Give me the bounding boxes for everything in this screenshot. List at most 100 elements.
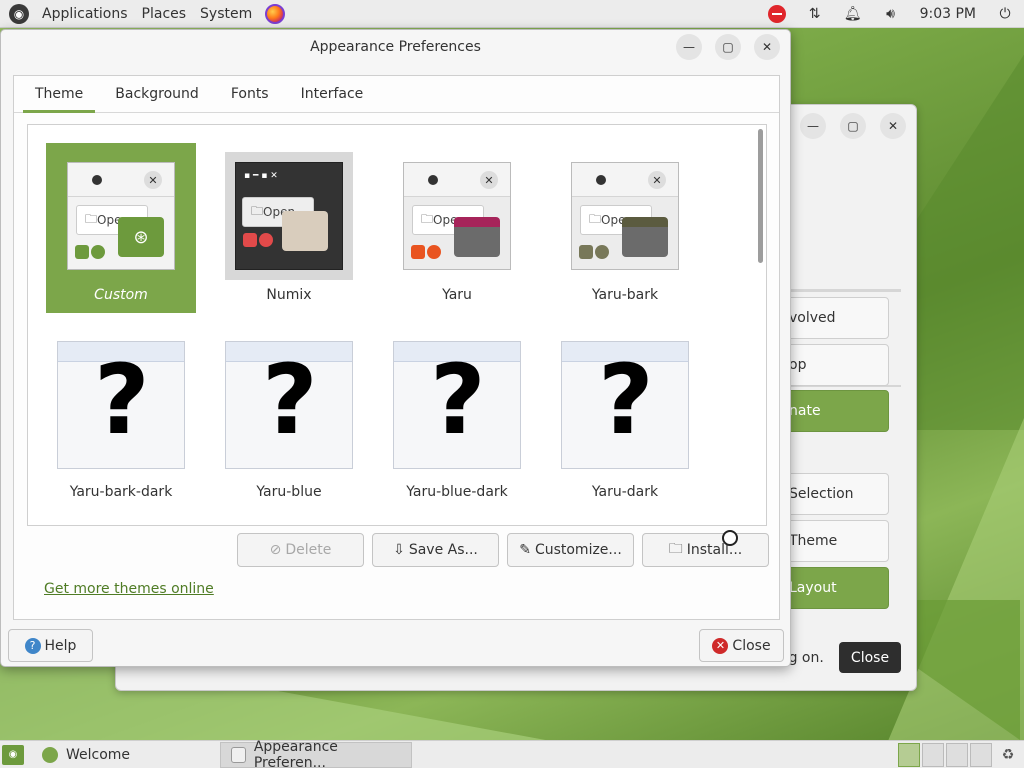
trash-icon[interactable]: ♻ — [998, 744, 1018, 766]
bottom-taskbar: ◉ Welcome Appearance Preferen... ♻ — [0, 738, 1024, 768]
clock[interactable]: 9:03 PM — [910, 6, 986, 22]
save-as-label: Save As... — [408, 542, 478, 558]
theme-tile-yaru-bark[interactable]: ✕ 🗀 Open Yaru-bark — [550, 143, 700, 313]
delete-button[interactable]: ⊘ Delete — [237, 533, 364, 567]
minimize-icon[interactable]: — — [800, 113, 826, 139]
theme-name: Yaru-bark-dark — [69, 484, 173, 500]
minimize-icon[interactable]: — — [676, 34, 702, 60]
welcome-side-button[interactable]: op — [776, 344, 889, 386]
show-desktop-icon[interactable]: ◉ — [2, 744, 24, 765]
preferences-notebook: Theme Background Fonts Interface ✕ 🗀 Open… — [13, 75, 780, 620]
theme-name: Numix — [266, 287, 312, 303]
places-menu[interactable]: Places — [135, 6, 194, 22]
divider — [791, 289, 901, 292]
maximize-icon[interactable]: ▢ — [715, 34, 741, 60]
welcome-app-icon — [42, 746, 58, 763]
theme-name: Yaru-bark — [591, 287, 659, 303]
welcome-side-button[interactable]: Theme — [776, 520, 889, 562]
tab-bar: Theme Background Fonts Interface — [14, 76, 779, 113]
folder-icon: 🗀 — [85, 211, 98, 226]
theme-tile-yaru-blue[interactable]: ? Yaru-blue — [214, 332, 364, 502]
power-icon[interactable]: ⏻ — [986, 0, 1024, 28]
help-icon: ? — [24, 637, 41, 654]
theme-preview: ✕ 🗀 Open ⊛ — [57, 152, 185, 280]
applications-menu[interactable]: Applications — [35, 6, 135, 22]
close-label: Close — [732, 637, 771, 654]
tab-fonts[interactable]: Fonts — [215, 76, 285, 112]
theme-name: Yaru-blue-dark — [406, 484, 508, 500]
save-as-button[interactable]: ⇩ Save As... — [372, 533, 499, 567]
taskbar-item-welcome[interactable]: Welcome — [32, 742, 217, 768]
customize-label: Customize... — [534, 542, 622, 558]
help-button[interactable]: ? Help — [8, 629, 93, 662]
delete-icon: ⊘ — [269, 542, 282, 558]
theme-tile-numix[interactable]: ▪ ━ ▪ ✕ 🗀 Open Numix — [214, 143, 364, 313]
theme-preview: ? — [393, 341, 521, 469]
task-label: Welcome — [66, 746, 131, 763]
folder-icon: ⊛ — [118, 217, 164, 257]
tab-interface[interactable]: Interface — [285, 76, 380, 112]
close-icon: ✕ — [712, 637, 729, 654]
theme-tile-yaru-bark-dark[interactable]: ? Yaru-bark-dark — [46, 332, 196, 502]
tab-background[interactable]: Background — [99, 76, 215, 112]
do-not-disturb-icon[interactable] — [758, 0, 796, 28]
tab-theme[interactable]: Theme — [19, 76, 99, 113]
welcome-side-button[interactable]: volved — [776, 297, 889, 339]
theme-name: Yaru-dark — [591, 484, 659, 500]
close-icon[interactable]: ✕ — [754, 34, 780, 60]
save-icon: ⇩ — [393, 542, 405, 558]
theme-tile-yaru-blue-dark[interactable]: ? Yaru-blue-dark — [382, 332, 532, 502]
maximize-icon[interactable]: ▢ — [840, 113, 866, 139]
unknown-preview-mark: ? — [94, 344, 150, 456]
scrollbar[interactable] — [758, 129, 763, 263]
get-more-themes-link[interactable]: Get more themes online — [44, 581, 214, 597]
welcome-close-button[interactable]: Close — [839, 642, 901, 673]
workspace-4[interactable] — [970, 742, 992, 767]
taskbar-item-appearance[interactable]: Appearance Preferen... — [220, 738, 412, 768]
theme-preview: ? — [225, 341, 353, 469]
customize-button[interactable]: ✎ Customize... — [507, 533, 634, 567]
theme-preview: ? — [561, 341, 689, 469]
theme-actions: ⊘ Delete ⇩ Save As... ✎ Customize... 🗀 I… — [237, 533, 769, 567]
unknown-preview-mark: ? — [598, 344, 654, 456]
welcome-side-button[interactable]: Layout — [776, 567, 889, 609]
workspace-2[interactable] — [922, 742, 944, 767]
workspace-3[interactable] — [946, 742, 968, 767]
theme-name: Yaru — [442, 287, 472, 303]
folder-icon: 🗀 — [251, 203, 264, 218]
welcome-window-controls: — ▢ ✕ — [800, 113, 906, 139]
unknown-preview-mark: ? — [430, 344, 486, 456]
theme-list: ✕ 🗀 Open ⊛ Custom ▪ ━ ▪ ✕ 🗀 Open Numix ✕… — [27, 124, 767, 526]
appearance-app-icon — [231, 746, 246, 763]
theme-tile-yaru[interactable]: ✕ 🗀 Open Yaru — [382, 143, 532, 313]
close-icon[interactable]: ✕ — [880, 113, 906, 139]
welcome-side-button[interactable]: Selection — [776, 473, 889, 515]
close-button[interactable]: ✕ Close — [699, 629, 784, 662]
distro-logo-icon[interactable]: ◉ — [9, 3, 29, 24]
theme-preview: ▪ ━ ▪ ✕ 🗀 Open — [225, 152, 353, 280]
theme-tile-custom[interactable]: ✕ 🗀 Open ⊛ Custom — [46, 143, 196, 313]
folder-icon: 🗀 — [421, 211, 434, 226]
install-icon: 🗀 — [668, 541, 683, 557]
install-button[interactable]: 🗀 Install... — [642, 533, 769, 567]
mouse-cursor-icon — [722, 530, 738, 546]
theme-name: Custom — [94, 287, 148, 303]
notification-bell-icon[interactable]: 🔔︎ — [834, 0, 872, 28]
edit-icon: ✎ — [519, 542, 531, 558]
task-label: Appearance Preferen... — [253, 738, 338, 768]
theme-tile-yaru-dark[interactable]: ? Yaru-dark — [550, 332, 700, 502]
theme-tab-panel: ✕ 🗀 Open ⊛ Custom ▪ ━ ▪ ✕ 🗀 Open Numix ✕… — [14, 113, 779, 620]
network-icon[interactable]: ⇅ — [796, 0, 834, 28]
system-menu[interactable]: System — [193, 6, 259, 22]
help-label: Help — [44, 637, 77, 654]
volume-icon[interactable]: 🔊︎ — [872, 0, 910, 28]
workspace-1[interactable] — [898, 742, 920, 767]
workspace-switcher: ♻ — [896, 742, 1018, 767]
firefox-launcher-icon[interactable] — [265, 3, 286, 24]
appearance-preferences-dialog: Appearance Preferences — ▢ ✕ Theme Backg… — [0, 29, 791, 667]
theme-preview: ✕ 🗀 Open — [561, 152, 689, 280]
welcome-side-button[interactable]: nate — [776, 390, 889, 432]
titlebar[interactable]: Appearance Preferences — ▢ ✕ — [1, 30, 790, 63]
theme-preview: ✕ 🗀 Open — [393, 152, 521, 280]
theme-preview: ? — [57, 341, 185, 469]
